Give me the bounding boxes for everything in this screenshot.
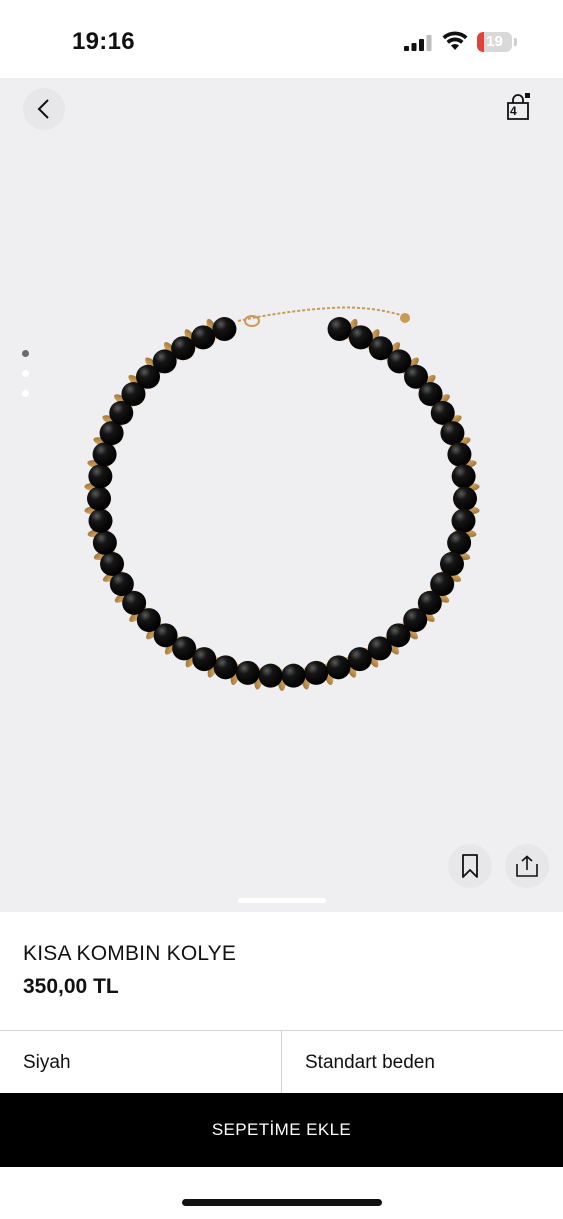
chevron-left-icon [37, 99, 49, 119]
battery-cap [514, 38, 517, 46]
black-bead [92, 530, 117, 555]
black-bead [452, 486, 477, 511]
necklace-chain [237, 306, 405, 322]
black-bead [447, 442, 472, 467]
black-bead [451, 508, 476, 533]
pagination-dot[interactable] [22, 350, 29, 357]
add-to-cart-label: SEPETİME EKLE [211, 1120, 352, 1139]
battery-body: 19 [477, 32, 512, 52]
necklace-tag [400, 313, 410, 323]
black-bead [235, 660, 260, 685]
pagination-dot[interactable] [22, 370, 29, 377]
product-name: KISA KOMBIN KOLYE [23, 942, 237, 965]
battery-indicator: 19 [477, 32, 517, 52]
black-bead [212, 317, 237, 342]
shopping-bag-icon [507, 93, 530, 120]
size-selector[interactable]: Standart beden [282, 1031, 563, 1094]
product-price: 350,00 TL [23, 975, 119, 998]
black-bead [347, 647, 372, 672]
product-options: Siyah Standart beden [0, 1030, 563, 1094]
black-bead [213, 655, 238, 680]
wifi-icon [442, 31, 468, 50]
cart-count: 4 [510, 104, 517, 118]
status-bar: 19:16 19 [0, 0, 563, 78]
pagination-dot[interactable] [22, 390, 29, 397]
black-bead [100, 551, 125, 576]
black-bead [87, 486, 112, 511]
cellular-signal-icon [404, 35, 432, 51]
product-image-gallery[interactable]: 4 [0, 78, 563, 912]
black-bead [191, 325, 216, 350]
black-bead [447, 530, 472, 555]
status-time: 19:16 [72, 28, 135, 55]
cart-button[interactable]: 4 [500, 90, 536, 126]
black-bead [304, 660, 329, 685]
bookmark-icon [462, 854, 478, 878]
image-scroll-indicator [238, 898, 326, 903]
image-pagination [22, 350, 29, 410]
color-selector-value: Siyah [23, 1051, 71, 1073]
size-selector-value: Standart beden [305, 1051, 435, 1073]
share-button[interactable] [505, 844, 549, 888]
black-bead [281, 663, 306, 688]
black-bead [326, 655, 351, 680]
product-image [84, 306, 480, 691]
black-bead [440, 421, 465, 446]
home-indicator [182, 1199, 382, 1206]
share-icon [516, 855, 538, 877]
color-selector[interactable]: Siyah [0, 1031, 282, 1094]
black-bead [451, 464, 476, 489]
necklace-clasp [244, 315, 260, 327]
battery-level: 19 [486, 33, 503, 50]
bookmark-button[interactable] [448, 844, 492, 888]
black-bead [88, 508, 113, 533]
black-bead [327, 317, 352, 342]
black-bead [92, 442, 117, 467]
back-button[interactable] [23, 88, 65, 130]
add-to-cart-button[interactable]: SEPETİME EKLE [0, 1093, 563, 1167]
black-bead [258, 663, 283, 688]
black-bead [88, 464, 113, 489]
